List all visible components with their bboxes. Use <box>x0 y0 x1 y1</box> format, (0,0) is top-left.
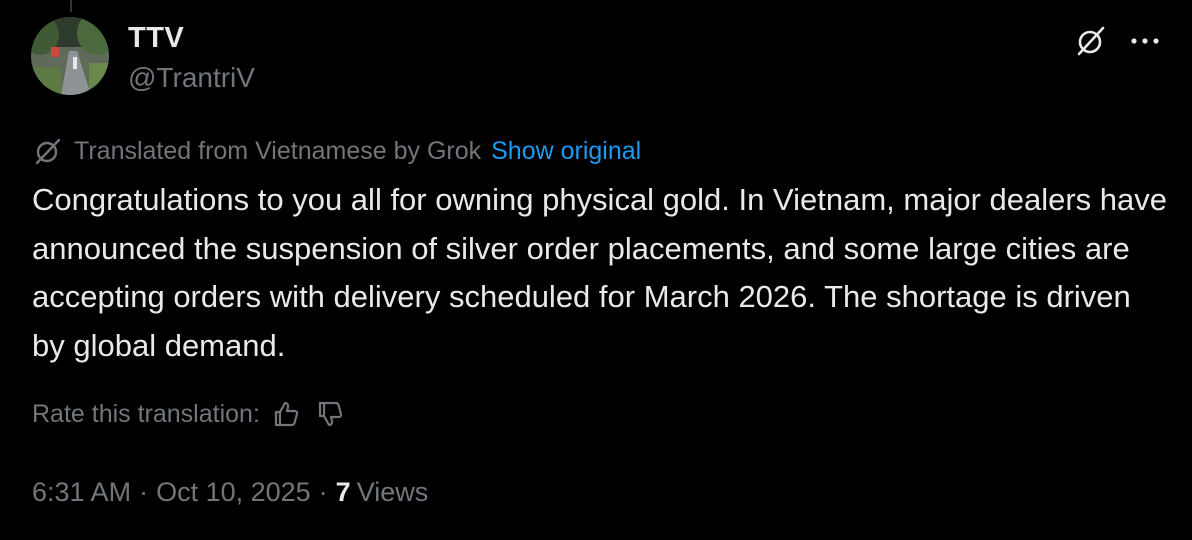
views-count: 7 <box>335 476 351 507</box>
thread-connector-line <box>70 0 72 12</box>
grok-icon <box>1077 26 1105 56</box>
translation-notice-text: Translated from Vietnamese by Grok <box>74 136 482 165</box>
more-horizontal-icon <box>1131 38 1159 44</box>
author-handle[interactable]: @TrantriV <box>128 62 255 94</box>
more-options-button[interactable] <box>1124 20 1166 62</box>
views-label: Views <box>356 476 429 507</box>
show-original-link[interactable]: Show original <box>491 137 641 166</box>
rate-thumbs-up-button[interactable] <box>268 396 304 432</box>
tweet-detail: TTV @TrantriV Translated from Vietnamese… <box>0 0 1192 540</box>
meta-separator: · <box>318 476 328 507</box>
avatar[interactable] <box>31 17 109 95</box>
author-display-name[interactable]: TTV <box>128 22 184 55</box>
thumbs-down-icon <box>318 401 343 427</box>
tweet-text: Congratulations to you all for owning ph… <box>32 182 1176 363</box>
tweet-date[interactable]: Oct 10, 2025 <box>156 477 311 508</box>
meta-separator: · <box>139 476 149 507</box>
grok-button[interactable] <box>1070 20 1112 62</box>
thumbs-up-icon <box>274 401 299 427</box>
rate-translation-row: Rate this translation: <box>32 396 348 432</box>
avatar-image <box>31 17 109 95</box>
tweet-metadata: 6:31 AM · Oct 10, 2025 · 7 Views <box>32 474 428 510</box>
rate-thumbs-down-button[interactable] <box>312 396 348 432</box>
grok-translate-icon <box>32 135 64 167</box>
tweet-time[interactable]: 6:31 AM <box>32 477 131 508</box>
translation-notice: Translated from Vietnamese by Grok Show … <box>32 134 641 168</box>
rate-translation-label: Rate this translation: <box>32 399 260 428</box>
